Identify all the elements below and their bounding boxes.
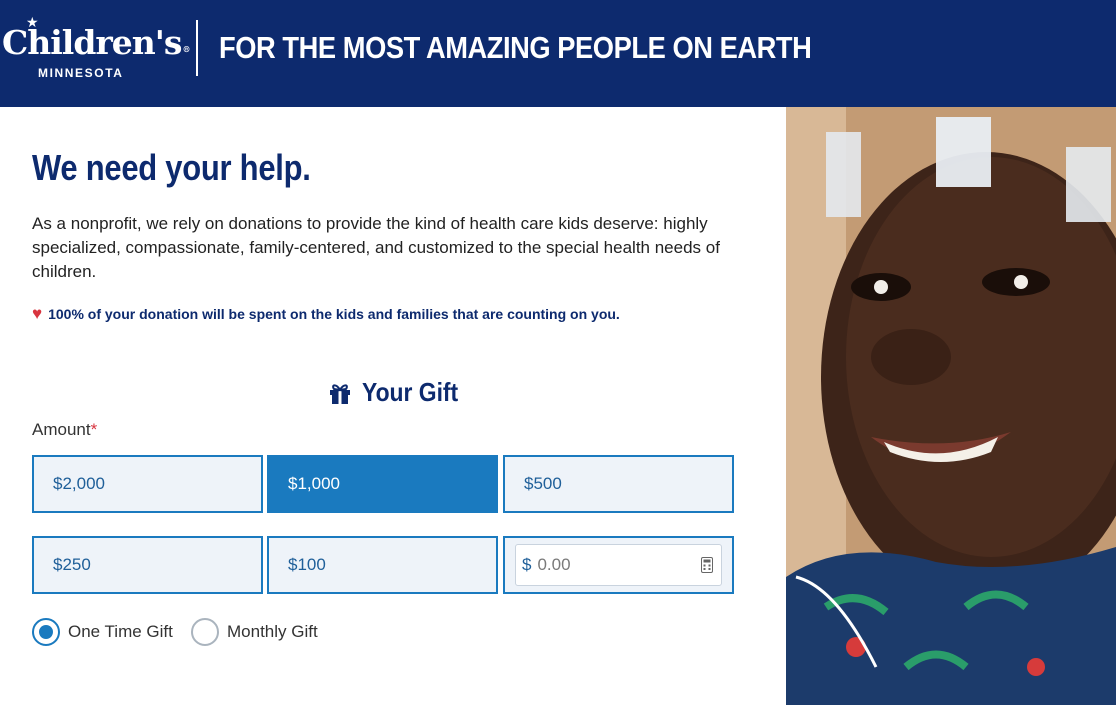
registered-mark: ® bbox=[182, 44, 190, 54]
one-time-label: One Time Gift bbox=[68, 622, 173, 641]
calculator-icon bbox=[701, 557, 713, 573]
amount-option-250[interactable]: $250 bbox=[32, 536, 263, 594]
pledge-text: 100% of your donation will be spent on t… bbox=[48, 306, 620, 322]
one-time-radio[interactable] bbox=[32, 618, 60, 646]
amount-label: Amount* bbox=[32, 420, 98, 439]
monthly-radio[interactable] bbox=[191, 618, 219, 646]
gift-title: Your Gift bbox=[362, 377, 459, 407]
childrens-minnesota-logo[interactable]: ★ Children's® MINNESOTA bbox=[2, 14, 190, 84]
gift-icon bbox=[330, 383, 350, 404]
custom-amount-input[interactable] bbox=[537, 555, 688, 575]
donation-content: We need your help. As a nonprofit, we re… bbox=[0, 107, 786, 705]
header-divider bbox=[196, 20, 198, 76]
custom-amount-field[interactable]: $ bbox=[515, 544, 722, 586]
amount-option-100[interactable]: $100 bbox=[267, 536, 498, 594]
amount-option-500[interactable]: $500 bbox=[503, 455, 734, 513]
header-tagline: FOR THE MOST AMAZING PEOPLE ON EARTH bbox=[219, 30, 812, 65]
site-header: ★ Children's® MINNESOTA FOR THE MOST AMA… bbox=[0, 0, 1116, 107]
custom-amount-box: $ bbox=[503, 536, 734, 594]
donation-pledge: ♥ 100% of your donation will be spent on… bbox=[32, 304, 620, 323]
amount-option-2000[interactable]: $2,000 bbox=[32, 455, 263, 513]
one-time-gift-option[interactable]: One Time Gift bbox=[32, 618, 173, 646]
photo-illustration bbox=[786, 107, 1116, 705]
monthly-label: Monthly Gift bbox=[227, 622, 318, 641]
child-photo bbox=[786, 107, 1116, 705]
heart-icon: ♥ bbox=[32, 304, 43, 323]
amount-option-1000[interactable]: $1,000 bbox=[267, 455, 498, 513]
intro-text: As a nonprofit, we rely on donations to … bbox=[32, 214, 720, 281]
logo-subtitle: MINNESOTA bbox=[38, 66, 124, 80]
currency-symbol: $ bbox=[522, 555, 532, 574]
page-title: We need your help. bbox=[32, 147, 311, 188]
logo-wordmark: Children's bbox=[2, 23, 182, 62]
required-marker: * bbox=[90, 420, 98, 439]
monthly-gift-option[interactable]: Monthly Gift bbox=[191, 618, 318, 646]
gift-section-heading: Your Gift bbox=[328, 377, 471, 408]
